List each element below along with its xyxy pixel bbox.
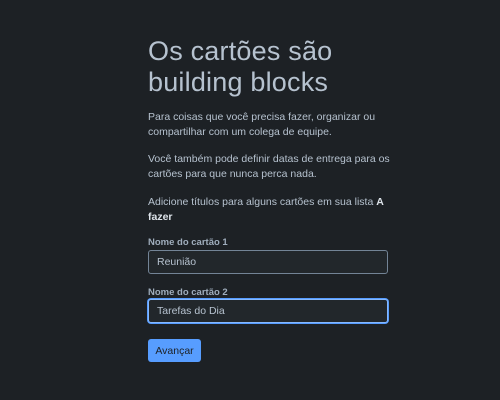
next-button[interactable]: Avançar <box>148 339 201 362</box>
page-title: Os cartões são building blocks <box>148 36 333 97</box>
description-paragraph-3: Adicione títulos para alguns cartões em … <box>148 195 390 225</box>
description-paragraph-1: Para coisas que você precisa fazer, orga… <box>148 111 376 138</box>
instruction-text: Adicione títulos para alguns cartões em … <box>148 196 377 208</box>
card-name-1-label: Nome do cartão 1 <box>148 237 228 248</box>
card-name-2-label: Nome do cartão 2 <box>148 287 228 298</box>
description-paragraph-2: Você também pode definir datas de entreg… <box>148 153 390 180</box>
card-name-2-input[interactable] <box>148 299 388 323</box>
card-name-1-input[interactable] <box>148 250 388 274</box>
